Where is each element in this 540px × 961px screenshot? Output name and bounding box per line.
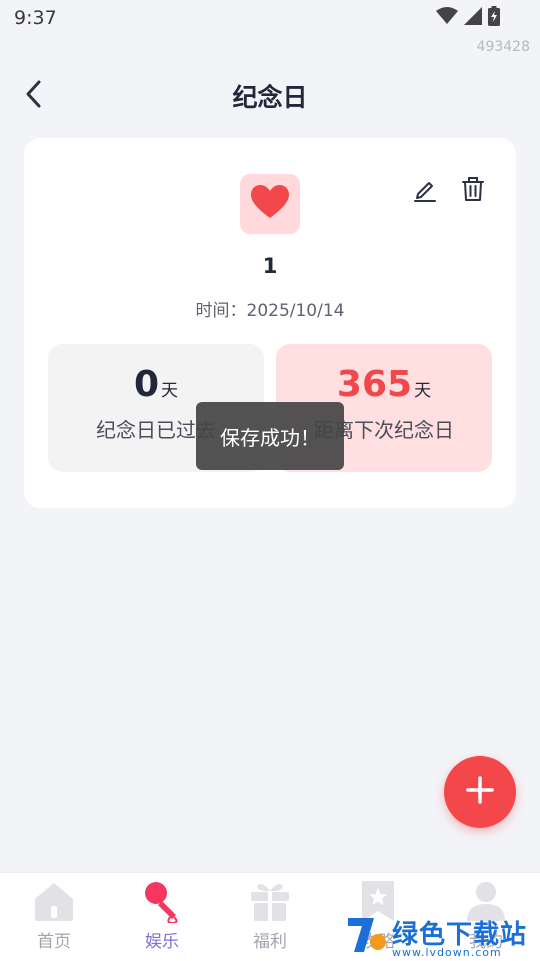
pencil-icon	[412, 176, 438, 206]
nav-label-welfare: 福利	[253, 932, 287, 952]
nav-label-home: 首页	[37, 932, 71, 952]
nav-item-home[interactable]: 首页	[0, 873, 108, 961]
heart-icon	[250, 184, 290, 224]
bottom-nav: 首页 娱乐 福利 攻略 我的	[0, 872, 540, 961]
add-anniversary-button[interactable]	[444, 756, 516, 828]
signal-icon	[464, 7, 482, 29]
days-until-next-unit: 天	[414, 381, 432, 401]
edit-button[interactable]	[410, 176, 440, 206]
header: 纪念日	[0, 66, 540, 126]
days-passed-value-row: 0天	[48, 364, 264, 405]
status-icons	[436, 6, 500, 30]
days-passed-number: 0	[133, 364, 160, 405]
battery-charging-icon	[488, 6, 500, 30]
nav-label-entertainment: 娱乐	[145, 932, 179, 952]
heart-badge	[240, 174, 300, 234]
save-success-toast: 保存成功！	[196, 402, 344, 470]
status-bar: 9:37	[0, 0, 540, 36]
page-title: 纪念日	[232, 83, 308, 112]
home-icon	[32, 879, 76, 923]
microphone-icon	[140, 879, 184, 923]
days-until-next-value-row: 365 天	[276, 364, 492, 405]
user-icon	[464, 879, 508, 923]
gift-icon	[248, 879, 292, 923]
nav-item-mine[interactable]: 我的	[432, 873, 540, 961]
anniversary-name: 1	[262, 254, 278, 278]
delete-button[interactable]	[458, 176, 488, 206]
nav-item-guide[interactable]: 攻略	[324, 873, 432, 961]
days-passed-unit: 天	[161, 381, 179, 401]
days-until-next-number: 365	[336, 364, 413, 405]
nav-label-mine: 我的	[469, 932, 503, 952]
nav-label-guide: 攻略	[361, 932, 395, 952]
nav-item-entertainment[interactable]: 娱乐	[108, 873, 216, 961]
nav-item-welfare[interactable]: 福利	[216, 873, 324, 961]
bookmark-star-icon	[356, 879, 400, 923]
anniversary-date: 时间：2025/10/14	[195, 301, 345, 321]
wifi-icon	[436, 7, 458, 29]
plus-icon	[465, 775, 495, 809]
trash-icon	[461, 176, 485, 206]
status-time: 9:37	[14, 7, 57, 29]
device-id: 493428	[476, 39, 530, 55]
